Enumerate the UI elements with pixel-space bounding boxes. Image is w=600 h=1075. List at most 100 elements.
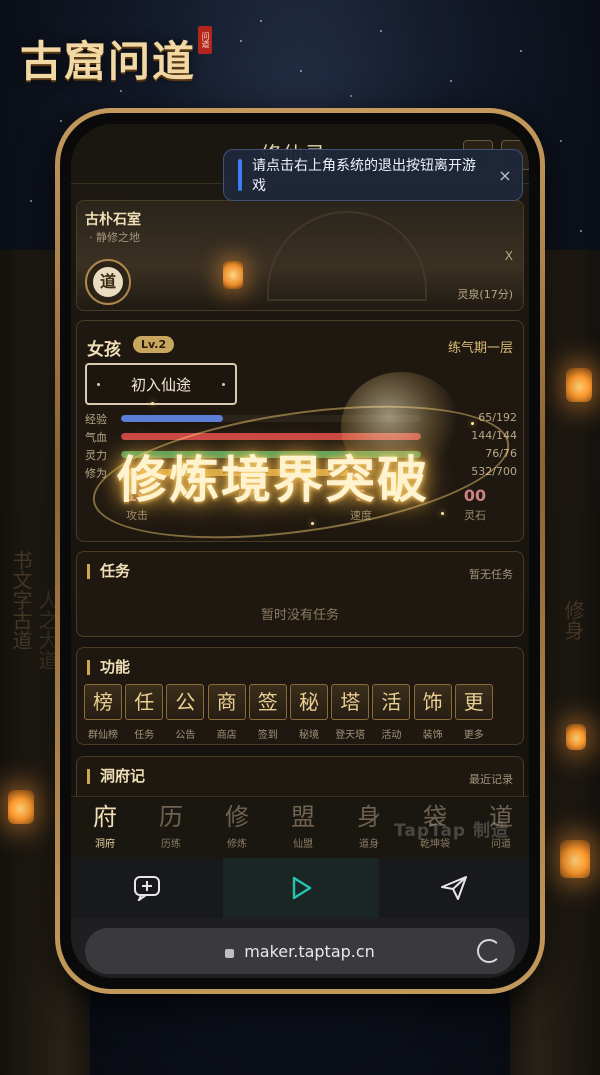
tab-label: 洞府	[95, 839, 115, 850]
function-item[interactable]: 签签到	[248, 684, 287, 741]
tab-glyph-icon: 身	[357, 803, 381, 831]
toast-message: 请点击右上角系统的退出按钮离开游戏	[252, 158, 476, 194]
url-text: maker.taptap.cn	[244, 941, 375, 961]
task-status: 暂无任务	[469, 568, 513, 581]
function-label: 任务	[134, 730, 155, 741]
toast-close-icon[interactable]: ×	[488, 166, 522, 185]
phone-screen: 修仙录 请点击右上角系统的退出按钮离开游戏 × 古朴石室 · 静修之地	[71, 124, 529, 978]
function-item[interactable]: 塔登天塔	[331, 684, 370, 741]
tab-item[interactable]: 身道身	[341, 803, 397, 850]
attribute-attack: 19 攻击	[125, 486, 149, 522]
function-item[interactable]: 任任务	[125, 684, 164, 741]
stat-value: 144/144	[471, 429, 517, 442]
stat-bar-fill	[121, 469, 349, 476]
scene-name: 古朴石室	[85, 212, 141, 228]
task-panel: 任务 暂无任务 暂时没有任务	[76, 551, 524, 637]
character-panel: 女孩 Lv.2 练气期一层 初入仙途 经验 65/192 气血 144/144 灵力 76…	[76, 320, 524, 542]
attribute-row: 19 攻击 防御 5 速度 00 灵石	[77, 486, 525, 536]
stat-row: 经验 65/192	[85, 411, 517, 427]
tab-item[interactable]: 盟仙盟	[275, 803, 331, 850]
stat-bar-fill	[121, 415, 223, 422]
function-glyph-icon: 更	[454, 684, 493, 720]
scene-subtitle: · 静修之地	[89, 231, 140, 244]
function-item[interactable]: 更更多	[454, 684, 493, 741]
function-panel: 功能 榜群仙榜任任务公公告商商店签签到秘秘境塔登天塔活活动饰装饰更更多	[76, 647, 524, 745]
recent-records-link[interactable]: 最近记录	[469, 771, 513, 787]
function-glyph-icon: 秘	[290, 684, 328, 720]
function-label: 活动	[381, 730, 402, 741]
scene-close-icon[interactable]: X	[505, 249, 513, 263]
function-item[interactable]: 活活动	[372, 684, 411, 741]
tab-item[interactable]: 修修炼	[209, 803, 265, 850]
stat-row: 修为 532/700	[85, 465, 517, 481]
task-title: 任务	[87, 564, 130, 579]
stat-value: 532/700	[471, 465, 517, 478]
stat-label: 灵力	[85, 449, 107, 462]
function-item[interactable]: 商商店	[207, 684, 246, 741]
stat-value: 65/192	[478, 411, 517, 424]
function-label: 商店	[216, 730, 237, 741]
stat-bar	[121, 415, 421, 422]
task-empty-text: 暂时没有任务	[260, 608, 339, 623]
attribute-defense: 防御	[238, 490, 260, 503]
dao-emblem-button[interactable]: 道	[85, 259, 131, 305]
attribute-spirit-stone: 00 灵石	[463, 486, 487, 522]
function-item[interactable]: 秘秘境	[290, 684, 328, 741]
tab-label: 道身	[359, 839, 379, 850]
function-item[interactable]: 榜群仙榜	[84, 684, 122, 741]
stat-label: 气血	[85, 431, 107, 444]
tab-glyph-icon: 修	[225, 803, 249, 831]
cultivation-realm: 练气期一层	[447, 341, 513, 356]
tab-item[interactable]: 府洞府	[77, 803, 133, 850]
character-title-button[interactable]: 初入仙途	[85, 363, 237, 405]
record-title: 洞府记	[87, 769, 145, 784]
tab-item[interactable]: 历历练	[143, 803, 199, 850]
function-item[interactable]: 公公告	[166, 684, 205, 741]
stat-bar	[121, 451, 421, 458]
function-grid: 榜群仙榜任任务公公告商商店签签到秘秘境塔登天塔活活动饰装饰更更多	[84, 684, 524, 744]
reload-icon[interactable]	[477, 939, 501, 963]
stat-bar	[121, 469, 421, 476]
title-dot-icon	[97, 383, 100, 386]
lantern-icon	[8, 790, 34, 824]
stone-arch	[267, 211, 427, 301]
function-glyph-icon: 签	[248, 684, 287, 720]
title-dot-icon	[222, 383, 225, 386]
stat-label: 经验	[85, 413, 107, 426]
lantern-icon	[566, 724, 586, 750]
lantern-icon	[560, 840, 590, 878]
tab-glyph-icon: 盟	[291, 803, 315, 831]
comment-button[interactable]	[71, 858, 223, 918]
function-label: 签到	[257, 730, 278, 741]
share-button[interactable]	[379, 858, 529, 918]
tab-label: 历练	[161, 839, 181, 850]
function-glyph-icon: 榜	[84, 684, 122, 720]
function-glyph-icon: 公	[166, 684, 205, 720]
scene-lantern-icon	[223, 261, 243, 289]
function-item[interactable]: 饰装饰	[413, 684, 452, 741]
lock-icon	[225, 948, 235, 958]
stat-label: 修为	[85, 467, 107, 480]
character-name: 女孩	[87, 340, 121, 360]
game-area: 修仙录 请点击右上角系统的退出按钮离开游戏 × 古朴石室 · 静修之地	[71, 124, 529, 858]
function-label: 装饰	[422, 730, 443, 741]
function-glyph-icon: 商	[207, 684, 246, 720]
comment-add-icon	[134, 876, 160, 901]
level-badge: Lv.2	[133, 336, 175, 353]
exit-hint-toast: 请点击右上角系统的退出按钮离开游戏 ×	[223, 149, 523, 201]
stat-bar-fill	[121, 433, 421, 440]
logo-seal: 问道	[198, 26, 212, 54]
browser-control-row	[71, 858, 529, 918]
play-button[interactable]	[223, 858, 379, 918]
lantern-icon	[566, 368, 592, 402]
stat-bar-fill	[121, 451, 421, 458]
function-label: 群仙榜	[88, 730, 118, 741]
address-bar[interactable]: maker.taptap.cn	[85, 928, 515, 974]
browser-chrome: maker.taptap.cn	[71, 858, 529, 978]
phone-frame: 修仙录 请点击右上角系统的退出按钮离开游戏 × 古朴石室 · 静修之地	[55, 108, 545, 994]
lingquan-timer[interactable]: 灵泉(17分)	[457, 286, 513, 302]
function-glyph-icon: 任	[125, 684, 164, 720]
function-title: 功能	[87, 660, 130, 675]
stat-row: 气血 144/144	[85, 429, 517, 445]
send-icon	[441, 876, 467, 900]
